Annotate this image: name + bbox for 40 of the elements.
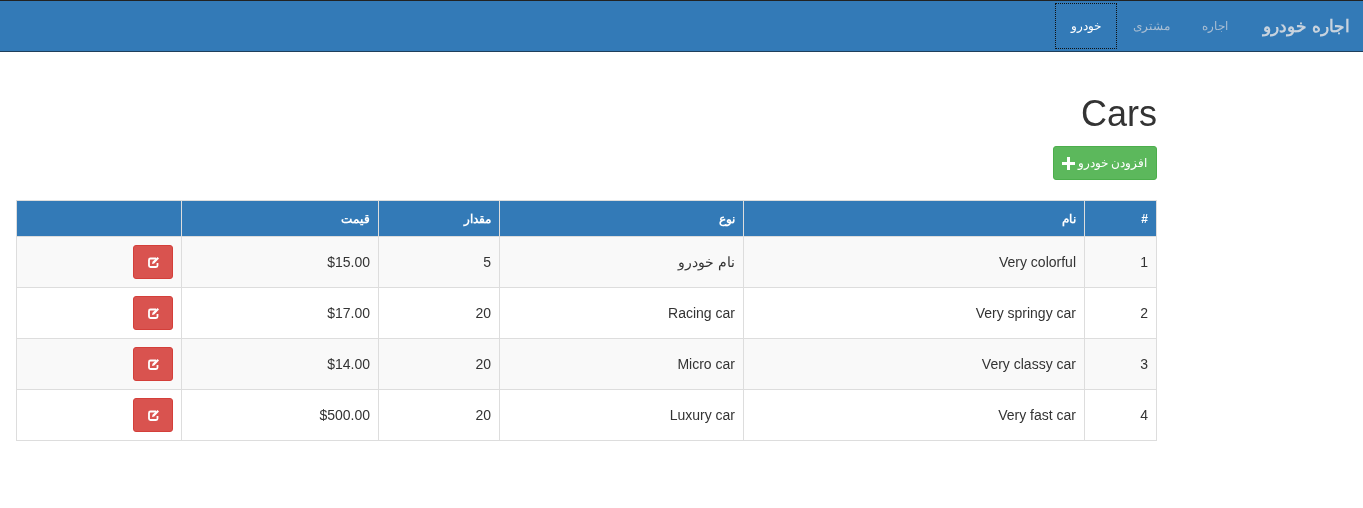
table-cell: Micro car <box>499 338 744 390</box>
brand-link[interactable]: اجاره خودرو <box>1248 1 1350 51</box>
table-cell: 20 <box>378 338 500 390</box>
table-cell: Luxury car <box>499 389 744 441</box>
table-cell: $15.00 <box>181 236 379 288</box>
table-cell: $17.00 <box>181 287 379 339</box>
table-cell: Very classy car <box>743 338 1085 390</box>
edit-button[interactable] <box>133 296 173 330</box>
column-header: قیمت <box>181 200 379 237</box>
plus-icon <box>1061 156 1075 170</box>
table-cell: $500.00 <box>181 389 379 441</box>
table-cell: 1 <box>1084 236 1157 288</box>
column-header: مقدار <box>378 200 500 237</box>
column-header: # <box>1084 200 1157 237</box>
nav-item[interactable]: خودرو <box>1055 3 1118 49</box>
edit-button[interactable] <box>133 398 173 432</box>
table-cell: نام خودرو <box>499 236 744 288</box>
table-cell: Very colorful <box>743 236 1085 288</box>
edit-icon <box>146 357 160 371</box>
nav-item[interactable]: اجاره <box>1186 3 1245 49</box>
column-header: نوع <box>499 200 744 237</box>
table-cell: 2 <box>1084 287 1157 339</box>
column-header: نام <box>743 200 1085 237</box>
table-cell: Very fast car <box>743 389 1085 441</box>
nav-item[interactable]: مشتری <box>1117 3 1187 49</box>
table-cell: Very springy car <box>743 287 1085 339</box>
add-car-button[interactable]: افزودن خودرو <box>1052 146 1157 180</box>
edit-icon <box>146 306 160 320</box>
edit-icon <box>146 255 160 269</box>
edit-icon <box>146 408 160 422</box>
page-title: Cars <box>1080 94 1157 134</box>
table-cell: $14.00 <box>181 338 379 390</box>
table-cell: 20 <box>378 389 500 441</box>
table-cell: 20 <box>378 287 500 339</box>
edit-button[interactable] <box>133 245 173 279</box>
edit-button[interactable] <box>133 347 173 381</box>
table-cell: 3 <box>1084 338 1157 390</box>
table-cell: Racing car <box>499 287 744 339</box>
table-cell: 4 <box>1084 389 1157 441</box>
table-cell: 5 <box>378 236 500 288</box>
